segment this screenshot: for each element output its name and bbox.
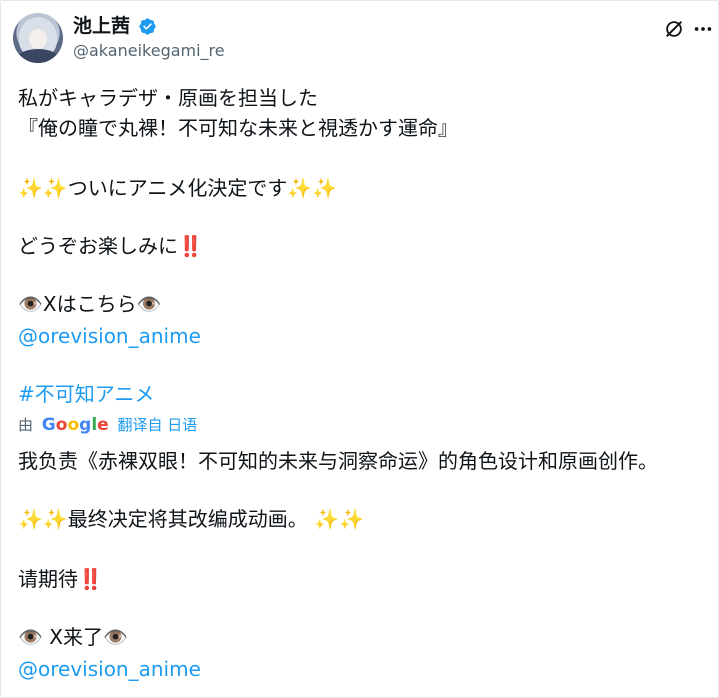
translation-text-line: ✨✨最终决定将其改编成动画。 ✨✨ (18, 507, 364, 531)
mention-link[interactable]: @orevision_anime (18, 656, 201, 682)
tweet-text-line: 『俺の瞳で丸裸！不可知な未来と視透かす運命』 (18, 116, 458, 140)
tweet-card: 池上茜 @akaneikegami_re 私がキャラデザ・原画を担当した 『俺の… (0, 0, 719, 698)
mention-link[interactable]: @orevision_anime (18, 323, 201, 349)
hashtag-link[interactable]: #不可知アニメ (18, 381, 154, 407)
verified-badge-icon (139, 18, 156, 35)
display-name[interactable]: 池上茜 (73, 15, 130, 37)
tweet-text-line: ✨✨ついにアニメ化決定です✨✨ (18, 176, 338, 200)
translation-text-line: 我负责《赤裸双眼！不可知的未来与洞察命运》的角色设计和原画创作。 (18, 449, 658, 473)
user-handle[interactable]: @akaneikegami_re (73, 41, 225, 61)
translated-from-link[interactable]: 翻译自 日语 (117, 416, 197, 434)
more-options-icon[interactable] (692, 18, 714, 40)
google-logo: Google (41, 415, 109, 435)
grok-icon[interactable] (663, 18, 685, 40)
translation-text-line: 👁️ X来了👁️ (18, 625, 128, 649)
avatar[interactable] (13, 13, 63, 63)
translated-by-label: 由 (18, 416, 34, 434)
translation-attribution: 由 Google 翻译自 日语 (18, 413, 197, 437)
tweet-text-line: 私がキャラデザ・原画を担当した (18, 86, 318, 110)
tweet-text-line: 👁️Xはこちら👁️ (18, 292, 162, 316)
translation-text-line: 请期待‼️ (18, 567, 103, 591)
tweet-text-line: どうぞお楽しみに‼️ (18, 234, 203, 258)
